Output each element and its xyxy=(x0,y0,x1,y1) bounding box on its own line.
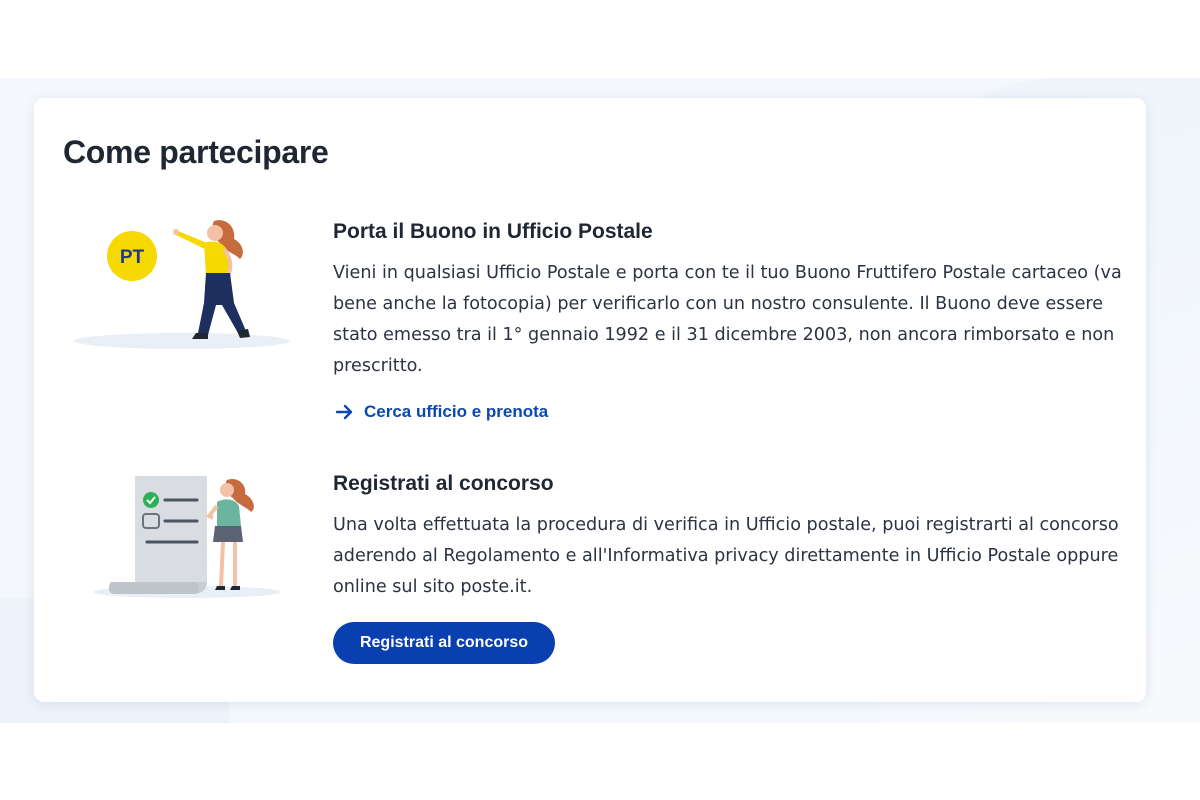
woman-pointing-illustration: PT xyxy=(74,213,294,353)
step-1-description: Vieni in qualsiasi Ufficio Postale e por… xyxy=(333,263,1122,376)
step-1-title: Porta il Buono in Ufficio Postale xyxy=(333,220,653,243)
find-office-link-label: Cerca ufficio e prenota xyxy=(364,402,549,421)
woman-checklist-illustration xyxy=(89,470,289,600)
find-office-link[interactable]: Cerca ufficio e prenota xyxy=(335,402,548,422)
step-2-title: Registrati al concorso xyxy=(333,472,554,495)
section-title: Come partecipare xyxy=(63,134,329,170)
svg-text:PT: PT xyxy=(120,247,145,268)
participation-card: Come partecipare PT Porta il Buono in Uf… xyxy=(34,98,1146,702)
arrow-right-icon xyxy=(335,404,353,420)
step-2-description: Una volta effettuata la procedura di ver… xyxy=(333,515,1119,597)
register-contest-button[interactable]: Registrati al concorso xyxy=(333,622,555,664)
